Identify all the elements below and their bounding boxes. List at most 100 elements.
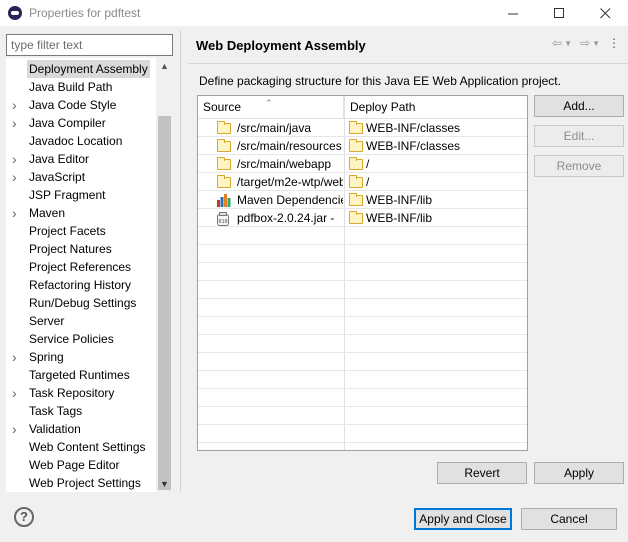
edit-button[interactable]: Edit... [534,125,624,147]
forward-arrow-icon[interactable]: ⇨ [580,36,590,50]
tree-item[interactable]: Server [6,312,156,330]
remove-button[interactable]: Remove [534,155,624,177]
tree-item[interactable]: Web Content Settings [6,438,156,456]
forward-dropdown-icon[interactable]: ▼ [592,39,600,48]
tree-item-label: Maven [29,206,66,220]
header-separator [188,63,628,64]
sort-ascending-icon: ⌃ [265,98,273,108]
table-row [198,353,527,371]
deploy-path-cell: WEB-INF/lib [366,211,432,225]
tree-item[interactable]: Task Tags [6,402,156,420]
tree-item[interactable]: › Task Repository [6,384,156,402]
property-page-tree: Deployment Assembly Java Build Path › Java … [6,58,173,492]
cancel-button[interactable]: Cancel [521,508,617,530]
window-controls [490,0,628,26]
table-row [198,371,527,389]
folder-icon [217,121,231,134]
table-row [198,407,527,425]
expand-arrow-icon[interactable]: › [12,384,22,402]
apply-button[interactable]: Apply [534,462,624,484]
apply-and-close-button[interactable]: Apply and Close [414,508,512,530]
table-row[interactable]: Maven Dependencies WEB-INF/lib [198,191,527,209]
expand-arrow-icon[interactable]: › [12,420,22,438]
tree-item-label: Refactoring History [29,278,132,292]
expand-arrow-icon[interactable]: › [12,96,22,114]
tree-item-label: Web Page Editor [29,458,120,472]
tree-item[interactable]: Deployment Assembly [6,60,156,78]
table-row[interactable]: /src/main/webapp / [198,155,527,173]
table-row[interactable]: /src/main/java WEB-INF/classes [198,119,527,137]
table-row [198,335,527,353]
folder-icon [349,193,363,206]
scroll-down-icon[interactable]: ▼ [156,478,173,490]
add-button[interactable]: Add... [534,95,624,117]
column-header-source[interactable]: ⌃ Source [198,96,344,119]
pane-divider[interactable] [180,30,181,492]
tree-item[interactable]: › Java Code Style [6,96,156,114]
tree-item[interactable]: › Java Compiler [6,114,156,132]
maven-library-icon [217,194,231,207]
expand-arrow-icon[interactable]: › [12,150,22,168]
folder-icon [217,139,231,152]
table-row [198,227,527,245]
back-arrow-icon[interactable]: ⇦ [552,36,562,50]
back-dropdown-icon[interactable]: ▼ [564,39,572,48]
tree-item-label: Spring [29,350,64,364]
minimize-icon[interactable] [490,0,536,26]
tree-scrollbar[interactable]: ▲ ▼ [156,58,173,492]
expand-arrow-icon[interactable]: › [12,348,22,366]
tree-item-label: Java Build Path [29,80,113,94]
tree-item[interactable]: Project References [6,258,156,276]
deploy-path-cell: / [366,175,370,189]
tree-item[interactable]: › Validation [6,420,156,438]
tree-item[interactable]: Web Page Editor [6,456,156,474]
tree-item[interactable]: › JavaScript [6,168,156,186]
window-title: Properties for pdftest [29,6,141,20]
scroll-thumb[interactable] [158,116,171,490]
tree-item[interactable]: Javadoc Location [6,132,156,150]
page-nav-toolbar: ⇦ ▼ ⇨ ▼ ⋮ [552,36,620,50]
table-row [198,299,527,317]
tree-item[interactable]: › Spring [6,348,156,366]
tree-item[interactable]: JSP Fragment [6,186,156,204]
source-cell: /src/main/resources [237,139,342,153]
table-row [198,263,527,281]
close-icon[interactable] [582,0,628,26]
tree-item[interactable]: Run/Debug Settings [6,294,156,312]
eclipse-app-icon [8,6,22,20]
tree-item-label: Web Content Settings [29,440,146,454]
table-row[interactable]: /src/main/resources WEB-INF/classes [198,137,527,155]
tree-item[interactable]: Web Project Settings [6,474,156,492]
tree-item[interactable]: Refactoring History [6,276,156,294]
tree-item-label: Web Project Settings [29,476,141,490]
tree-item[interactable]: Java Build Path [6,78,156,96]
tree-item[interactable]: Service Policies [6,330,156,348]
table-row[interactable]: 010 pdfbox-2.0.24.jar - WEB-INF/lib [198,209,527,227]
revert-button[interactable]: Revert [437,462,527,484]
title-bar: Properties for pdftest [0,0,628,26]
column-header-deploy-path[interactable]: Deploy Path [345,96,527,119]
tree-item[interactable]: Targeted Runtimes [6,366,156,384]
expand-arrow-icon[interactable]: › [12,114,22,132]
scroll-up-icon[interactable]: ▲ [156,60,173,72]
tree-item[interactable]: › Maven [6,204,156,222]
deploy-path-cell: WEB-INF/classes [366,139,461,153]
tree-item-label: Java Editor [29,152,90,166]
folder-icon [217,175,231,188]
deploy-path-cell: WEB-INF/lib [366,193,432,207]
page-description: Define packaging structure for this Java… [199,74,561,88]
table-row[interactable]: /target/m2e-wtp/web-resources / [198,173,527,191]
filter-input[interactable] [6,34,173,56]
source-cell: /src/main/webapp [237,157,332,171]
view-menu-icon[interactable]: ⋮ [608,36,620,50]
tree-item[interactable]: Project Facets [6,222,156,240]
folder-icon [349,211,363,224]
help-icon[interactable]: ? [14,507,34,527]
expand-arrow-icon[interactable]: › [12,204,22,222]
tree-item[interactable]: › Java Editor [6,150,156,168]
maximize-icon[interactable] [536,0,582,26]
expand-arrow-icon[interactable]: › [12,168,22,186]
table-row [198,389,527,407]
tree-item-label: Server [29,314,65,328]
tree-item[interactable]: Project Natures [6,240,156,258]
